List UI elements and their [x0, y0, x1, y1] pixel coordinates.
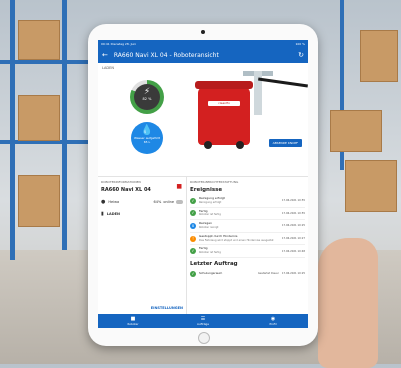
event-time: 17.06.2021 10:25 [281, 224, 305, 228]
status-time: 09:41 Dienstag 28. Juni [101, 41, 137, 46]
last-order-row[interactable]: ✓ Schulungsraum Gestartet Dauer 17.06.20… [190, 269, 305, 279]
cardboard-box [360, 30, 398, 82]
event-text: Gestoppt durch Hindernis Das Fahrzeug wir… [199, 233, 282, 243]
event-subtitle: Das Fahrzeug wird stoppt und einen Hinde… [199, 238, 274, 242]
event-row[interactable]: ✓ Fertig Roboter ist fertig 17.06.2021 10:5… [190, 208, 305, 221]
event-subtitle: Reinigung erfolgt [199, 200, 222, 204]
rack-beam [0, 60, 88, 64]
cardboard-box [18, 95, 60, 141]
nav-item-orders[interactable]: ☰ Aufträge [168, 314, 238, 328]
check-icon: ✓ [190, 197, 196, 204]
check-icon: ✓ [190, 270, 196, 277]
robot-state-row: ▮ LADEN [101, 211, 183, 217]
robot-state: LADEN [106, 212, 120, 216]
hero-section-label: LADEN [102, 66, 114, 70]
event-time: 17.06.2021 10:55 [281, 199, 305, 203]
robot-name: RA660 Navi XL 04 [101, 187, 151, 193]
battery-icon: ▮ [101, 211, 104, 217]
water-drop-icon: 💧 [140, 125, 154, 136]
events-caption: ROBOTER-BERICHTERSTATTUNG [190, 180, 239, 184]
robot-online: online [163, 200, 174, 204]
robot-info-caption: ROBOTERINFORMATIONEN [101, 180, 141, 184]
nav-item-robot[interactable]: ■ Roboter [98, 314, 168, 328]
check-icon: ✓ [190, 248, 196, 255]
nav-item-profile[interactable]: ◉ Profil [238, 314, 308, 328]
app-bar: ← RA660 Navi XL 04 - Roboteransicht ↻ [98, 47, 308, 63]
tablet: 09:41 Dienstag 28. Juni 100 % ← RA660 Na… [88, 24, 318, 346]
last-order-title: Letzter Auftrag [190, 260, 238, 267]
event-subtitle: Roboter ist fertig [199, 213, 221, 217]
event-subtitle: Roboter ist fertig [199, 251, 221, 255]
nav-label: Profil [269, 322, 277, 326]
event-title: Gestoppt durch Hindernis [199, 233, 238, 238]
nav-label: Roboter [127, 322, 139, 326]
status-bar: 09:41 Dienstag 28. Juni 100 % [98, 40, 308, 47]
event-row[interactable]: ✓ Reinigung erfolgt Reinigung erfolgt 17.06… [190, 195, 305, 208]
home-button[interactable] [198, 332, 210, 344]
water-sub: 65 L [143, 140, 151, 144]
location-pin-icon: ● [101, 199, 106, 205]
last-order-mid: Gestartet Dauer [257, 272, 279, 276]
event-title: Reinigen [199, 221, 213, 226]
page-title: RA660 Navi XL 04 - Roboteransicht [113, 51, 219, 59]
event-time: 17.06.2021 10:55 [281, 211, 305, 215]
robot-brand-logo: cleanfix [208, 101, 240, 106]
info-panels: ROBOTERINFORMATIONEN ■ RA660 Navi XL 04 … [98, 176, 308, 315]
event-subtitle: Roboter reinigt [199, 225, 219, 229]
cardboard-box [345, 160, 397, 212]
app-screen: 09:41 Dienstag 28. Juni 100 % ← RA660 Na… [98, 40, 308, 328]
event-text: Fertig Roboter ist fertig [199, 208, 282, 218]
events-title: Ereignisse [190, 187, 223, 193]
robot-icon: ■ [176, 183, 182, 190]
check-icon: ✓ [190, 210, 196, 217]
robot-wheel [236, 141, 244, 149]
robot-location-row: ● Heiwa 64% online [101, 199, 183, 205]
bottom-nav: ■ Roboter ☰ Aufträge ◉ Profil [98, 314, 308, 328]
back-arrow-icon[interactable]: ← [102, 51, 108, 59]
online-toggle[interactable] [176, 200, 183, 204]
robot-image: cleanfix [195, 81, 253, 149]
event-text: Reinigen Roboter reinigt [199, 221, 282, 230]
send-button[interactable]: ABSENDE KNOPF [268, 139, 302, 147]
last-order-time: 17.06.2021 10:25 [281, 272, 305, 276]
lightning-icon: ⚡ [143, 87, 151, 97]
warning-icon: ! [190, 235, 196, 242]
event-text: Reinigung erfolgt Reinigung erfolgt [199, 196, 282, 205]
event-title: Reinigung erfolgt [199, 196, 225, 200]
status-battery: 100 % [295, 41, 305, 46]
event-title: Fertig [199, 208, 208, 213]
event-time: 17.06.2021 10:48 [281, 249, 305, 253]
robot-location: Heiwa [108, 200, 120, 204]
battery-gauge-label: 82 % [142, 97, 152, 101]
info-icon: ℹ [190, 222, 196, 229]
refresh-icon[interactable]: ↻ [298, 51, 304, 59]
events-panel: ROBOTER-BERICHTERSTATTUNG Ereignisse ✓ Re… [187, 177, 308, 315]
hand [318, 238, 378, 368]
event-row[interactable]: ℹ Reinigen Roboter reinigt 17.06.2021 10:25 [190, 220, 305, 233]
events-list: ✓ Reinigung erfolgt Reinigung erfolgt 17.06… [190, 195, 305, 258]
cardboard-box [18, 175, 60, 227]
last-order-name: Schulungsraum [199, 271, 223, 276]
event-time: 17.06.2021 10:27 [281, 237, 305, 241]
cardboard-box [18, 20, 60, 60]
cardboard-box [330, 110, 382, 152]
robot-info-panel: ROBOTERINFORMATIONEN ■ RA660 Navi XL 04 … [98, 177, 187, 315]
event-row[interactable]: ✓ Fertig Roboter ist fertig 17.06.2021 10:4… [190, 245, 305, 258]
rack-post [10, 0, 15, 260]
nav-label: Aufträge [196, 322, 210, 326]
event-title: Fertig [199, 246, 208, 251]
robot-wheel [204, 141, 212, 149]
battery-gauge: ⚡ 82 % [130, 80, 164, 114]
robot-battery: 64% [153, 200, 162, 204]
robot-hero: LADEN ⚡ 82 % 💧 Wasser aufgefüllt 65 L cl… [98, 63, 308, 160]
event-row[interactable]: ! Gestoppt durch Hindernis Das Fahrzeug wi… [190, 233, 305, 246]
water-status: 💧 Wasser aufgefüllt 65 L [131, 122, 163, 154]
settings-link[interactable]: EINSTELLUNGEN [98, 306, 186, 310]
camera [201, 30, 205, 34]
event-text: Fertig Roboter ist fertig [199, 246, 282, 255]
rack-post [62, 0, 67, 250]
hose [258, 77, 308, 88]
